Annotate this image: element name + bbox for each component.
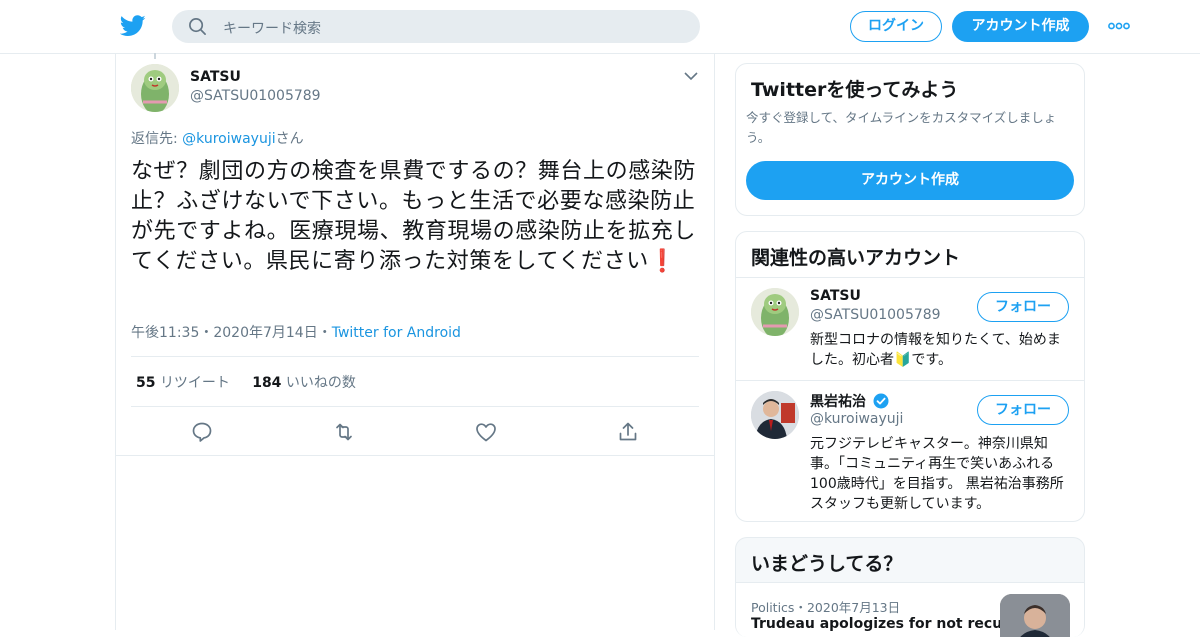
- signup-card: Twitterを使ってみよう 今すぐ登録して、タイムラインをカスタマイズしましょ…: [735, 63, 1085, 216]
- reply-handle-link[interactable]: @kuroiwayuji: [182, 131, 275, 147]
- reply-suffix: さん: [275, 131, 304, 147]
- account-bio: 新型コロナの情報を知りたくて、始めました。初心者🔰です。: [810, 332, 1061, 368]
- creature-avatar-icon: [751, 288, 799, 336]
- divider: [131, 356, 699, 357]
- creature-avatar-icon: [131, 64, 179, 112]
- reply-to-line: 返信先: @kuroiwayujiさん: [131, 128, 304, 148]
- top-bar: キーワード検索 ログイン アカウント作成: [0, 0, 1200, 54]
- meta-separator: ・: [199, 325, 214, 341]
- trend-thumbnail[interactable]: [1000, 594, 1070, 637]
- account-name[interactable]: 黒岩祐治: [810, 391, 889, 411]
- trend-item[interactable]: Politics・2020年7月13日 Trudeau apologizes f…: [736, 582, 1084, 637]
- verified-badge-icon: [873, 393, 889, 409]
- like-count[interactable]: 184: [252, 375, 281, 391]
- search-icon: [189, 18, 206, 35]
- meta-separator: ・: [317, 325, 332, 341]
- tweet-source-link[interactable]: Twitter for Android: [332, 325, 461, 341]
- reply-prefix: 返信先:: [131, 131, 183, 147]
- related-accounts-card: 関連性の高いアカウント SATSU @SATSU01005789 フォロー 新型…: [735, 231, 1085, 522]
- account-name[interactable]: SATSU: [810, 288, 861, 304]
- trend-category: Politics: [751, 600, 795, 615]
- more-options-icon[interactable]: [1108, 19, 1130, 33]
- divider: [736, 380, 1084, 381]
- avatar[interactable]: [751, 391, 799, 439]
- search-box[interactable]: キーワード検索: [172, 10, 700, 43]
- person-avatar-icon: [751, 391, 799, 439]
- search-placeholder: キーワード検索: [223, 21, 321, 37]
- divider: [131, 406, 699, 407]
- signup-button[interactable]: アカウント作成: [952, 11, 1089, 42]
- tweet-date[interactable]: 2020年7月14日: [213, 325, 317, 341]
- avatar[interactable]: [751, 288, 799, 336]
- like-label[interactable]: いいねの数: [286, 375, 356, 391]
- tweet-stats: 55 リツイート 184 いいねの数: [136, 372, 356, 392]
- follow-button[interactable]: フォロー: [977, 395, 1069, 425]
- signup-card-button[interactable]: アカウント作成: [746, 161, 1074, 200]
- trend-separator: ・: [794, 600, 807, 615]
- trend-date: 2020年7月13日: [806, 600, 901, 615]
- tweet-author-name[interactable]: SATSU: [190, 69, 241, 85]
- exclamation-emoji: ❗: [648, 249, 677, 274]
- retweet-label[interactable]: リツイート: [160, 375, 230, 391]
- retweet-count[interactable]: 55: [136, 375, 155, 391]
- trends-title: いまどうしてる？: [751, 553, 903, 575]
- account-bio: 元フジテレビキャスター。神奈川県知事。「コミュニティ再生で笑いあふれる100歳時…: [810, 436, 1064, 512]
- trend-meta: Politics・2020年7月13日: [751, 597, 900, 616]
- news-photo-icon: [1000, 594, 1070, 637]
- account-name-text[interactable]: 黒岩祐治: [810, 394, 866, 410]
- divider: [115, 455, 715, 456]
- tweet-author-handle[interactable]: @SATSU01005789: [190, 88, 321, 104]
- signup-card-desc: 今すぐ登録して、タイムラインをカスタマイズしましょう。: [746, 110, 1057, 145]
- retweet-icon[interactable]: [332, 420, 356, 444]
- thread-line: [154, 53, 156, 59]
- signup-card-title: Twitterを使ってみよう: [751, 79, 959, 101]
- chevron-down-icon[interactable]: [684, 71, 698, 81]
- like-heart-icon[interactable]: [474, 420, 498, 444]
- share-icon[interactable]: [616, 420, 640, 444]
- avatar[interactable]: [131, 64, 179, 112]
- account-handle[interactable]: @SATSU01005789: [810, 307, 941, 323]
- twitter-logo-icon[interactable]: [120, 14, 146, 38]
- divider: [736, 277, 1084, 278]
- tweet-body: なぜ？劇団の方の検査を県費でするの？舞台上の感染防止？ふざけないで下さい。もっと…: [131, 159, 697, 274]
- tweet-text: なぜ？劇団の方の検査を県費でするの？舞台上の感染防止？ふざけないで下さい。もっと…: [131, 157, 701, 277]
- related-accounts-title: 関連性の高いアカウント: [751, 247, 961, 269]
- reply-icon[interactable]: [190, 420, 214, 444]
- follow-button[interactable]: フォロー: [977, 292, 1069, 322]
- tweet-meta: 午後11:35・2020年7月14日・Twitter for Android: [131, 322, 461, 342]
- account-handle[interactable]: @kuroiwayuji: [810, 411, 903, 427]
- trends-card: いまどうしてる？ Politics・2020年7月13日 Trudeau apo…: [735, 537, 1085, 637]
- tweet-time[interactable]: 午後11:35: [131, 325, 199, 341]
- login-button[interactable]: ログイン: [850, 11, 942, 42]
